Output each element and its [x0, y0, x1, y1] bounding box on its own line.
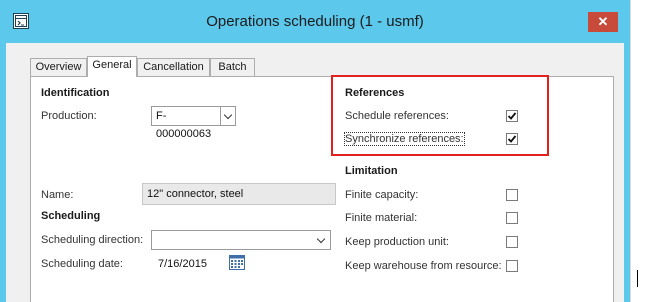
scheduling-date-label: Scheduling date: [41, 258, 123, 270]
calendar-icon[interactable] [229, 255, 245, 273]
name-label: Name: [41, 189, 74, 201]
chevron-down-icon [223, 110, 233, 120]
finite-capacity-label: Finite capacity: [345, 189, 419, 201]
references-highlight-box [331, 75, 549, 156]
tab-cancellation[interactable]: Cancellation [137, 58, 210, 76]
production-field[interactable]: F-000000063 [151, 106, 221, 140]
finite-capacity-checkbox[interactable] [506, 189, 518, 201]
keep-production-unit-label: Keep production unit: [345, 236, 449, 248]
text-cursor [637, 270, 638, 287]
name-value: 12" connector, steel [147, 188, 244, 200]
window-title: Operations scheduling (1 - usmf) [206, 13, 424, 30]
production-dropdown-button[interactable] [220, 106, 236, 126]
finite-material-checkbox[interactable] [506, 212, 518, 224]
production-value: F-000000063 [156, 110, 212, 140]
close-icon[interactable]: ✕ [598, 14, 609, 29]
scheduling-date-value[interactable]: 7/16/2015 [158, 258, 207, 270]
chevron-down-icon [316, 234, 326, 244]
window-edge [630, 0, 631, 302]
keep-warehouse-label: Keep warehouse from resource: [345, 260, 502, 272]
scheduling-direction-select[interactable] [151, 230, 331, 250]
scheduling-heading: Scheduling [41, 210, 101, 222]
name-field[interactable]: 12" connector, steel [142, 183, 336, 205]
tab-overview[interactable]: Overview [30, 58, 87, 76]
finite-material-label: Finite material: [345, 212, 418, 224]
close-button[interactable]: ✕ [588, 12, 618, 32]
keep-warehouse-checkbox[interactable] [506, 260, 518, 272]
tab-general[interactable]: General [87, 56, 137, 77]
production-label: Production: [41, 110, 97, 122]
tab-batch[interactable]: Batch [210, 58, 255, 76]
title-bar[interactable]: Operations scheduling (1 - usmf) ✕ [0, 0, 630, 43]
limitation-heading: Limitation [345, 165, 398, 177]
identification-heading: Identification [41, 87, 110, 99]
keep-production-unit-checkbox[interactable] [506, 236, 518, 248]
scheduling-direction-label: Scheduling direction: [41, 234, 144, 246]
